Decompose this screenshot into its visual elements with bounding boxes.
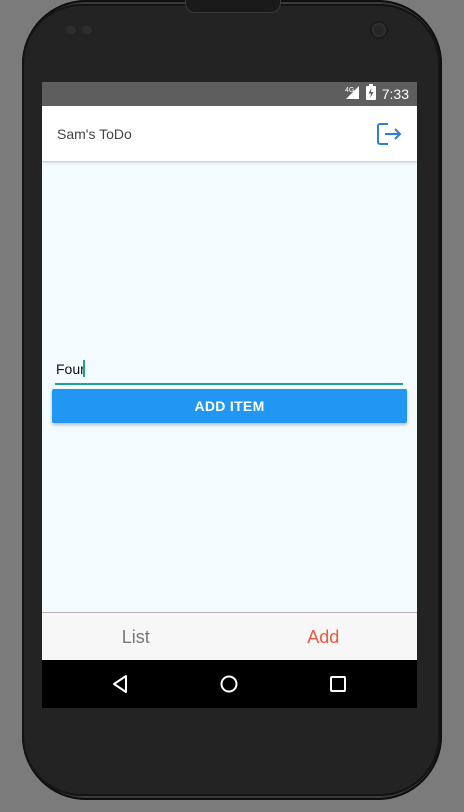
clock: 7:33 [381,86,409,102]
proximity-sensor [66,25,76,35]
status-icons: 4G 7:33 [344,82,409,106]
todo-input[interactable] [55,357,396,381]
status-bar: 4G 7:33 [42,82,417,106]
system-nav-bar [42,660,417,708]
emulator-stage: 4G 7:33 Sam's ToDo Four ADD ITEM List Ad… [0,0,464,812]
app-title: Sam's ToDo [57,126,132,142]
logout-button[interactable] [375,120,403,148]
svg-text:4G: 4G [345,87,354,94]
back-button[interactable] [90,660,150,708]
bottom-tab-bar: List Add [42,612,417,661]
battery-charging-icon [365,83,376,105]
speaker-slot [185,0,281,13]
recents-icon [330,676,346,692]
tab-add[interactable]: Add [230,613,418,661]
tab-list[interactable]: List [42,613,230,661]
todo-input-field[interactable] [55,357,403,385]
app-header: Sam's ToDo [42,106,417,162]
recents-button[interactable] [308,660,368,708]
add-item-button[interactable]: ADD ITEM [52,389,407,423]
device-screen: 4G 7:33 Sam's ToDo Four ADD ITEM List Ad… [42,82,417,708]
light-sensor [82,25,92,35]
text-cursor [83,360,85,377]
logout-icon [377,123,402,145]
back-icon [113,675,127,693]
home-button[interactable] [199,660,259,708]
home-icon [220,675,238,693]
signal-icon: 4G [344,84,360,105]
front-camera [372,23,386,37]
